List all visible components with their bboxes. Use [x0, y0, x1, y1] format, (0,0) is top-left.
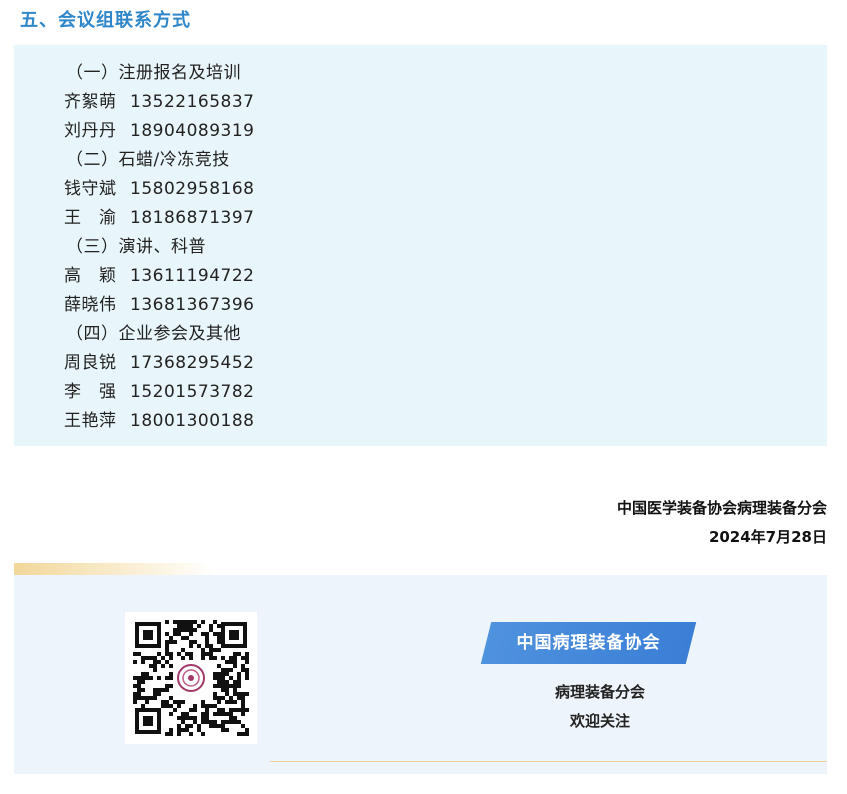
contact-phone: 18001300188 — [130, 411, 255, 431]
contact-category: （三）演讲、科普 — [66, 237, 206, 257]
contact-name: 钱守斌 — [64, 179, 117, 199]
association-badge: 中国病理装备协会 — [480, 622, 697, 664]
contact-row: 李 强 15201573782 — [64, 378, 254, 407]
contact-category: （一）注册报名及培训 — [66, 63, 241, 83]
follow-line-branch: 病理装备分会 — [554, 683, 645, 701]
contact-phone: 17368295452 — [130, 353, 255, 373]
contact-box: （一）注册报名及培训 齐絮萌 13522165837 刘丹丹 18904089319 （二… — [14, 45, 827, 446]
qr-code-graphic — [125, 612, 257, 744]
contact-list: （一）注册报名及培训 齐絮萌 13522165837 刘丹丹 18904089319 （二… — [64, 59, 254, 436]
contact-category: （四）企业参会及其他 — [66, 324, 241, 344]
contact-phone: 18186871397 — [130, 208, 255, 228]
contact-row: 钱守斌 15802958168 — [64, 175, 254, 204]
follow-line-welcome: 欢迎关注 — [569, 712, 630, 730]
gold-divider — [14, 563, 214, 575]
contact-name: 周良锐 — [64, 353, 117, 373]
footer-divider — [270, 761, 827, 762]
contact-phone: 13522165837 — [130, 92, 255, 112]
contact-name: 王艳萍 — [64, 411, 117, 431]
contact-row: 刘丹丹 18904089319 — [64, 117, 254, 146]
contact-name: 薛晓伟 — [64, 295, 117, 315]
signature-organization: 中国医学装备协会病理装备分会 — [616, 499, 827, 517]
follow-text: 病理装备分会 欢迎关注 — [520, 678, 680, 736]
contact-row: 王 渝 18186871397 — [64, 204, 254, 233]
contact-phone: 15201573782 — [130, 382, 255, 402]
section-title: 五、会议组联系方式 — [20, 10, 191, 31]
contact-name: 高 颖 — [64, 266, 117, 286]
contact-row: 薛晓伟 13681367396 — [64, 291, 254, 320]
contact-row: 王艳萍 18001300188 — [64, 407, 254, 436]
contact-row: 齐絮萌 13522165837 — [64, 88, 254, 117]
contact-phone: 18904089319 — [130, 121, 255, 141]
contact-name: 李 强 — [64, 382, 117, 402]
signature: 中国医学装备协会病理装备分会 2024年7月28日 — [617, 494, 827, 552]
society-logo-icon — [175, 662, 207, 694]
contact-name: 齐絮萌 — [64, 92, 117, 112]
contact-phone: 13681367396 — [130, 295, 255, 315]
badge-label: 中国病理装备协会 — [516, 633, 661, 653]
contact-row: 高 颖 13611194722 — [64, 262, 254, 291]
contact-phone: 13611194722 — [130, 266, 255, 286]
contact-category: （二）石蜡/冷冻竞技 — [66, 150, 230, 170]
contact-row: 周良锐 17368295452 — [64, 349, 254, 378]
contact-phone: 15802958168 — [130, 179, 255, 199]
contact-name: 刘丹丹 — [64, 121, 117, 141]
contact-name: 王 渝 — [64, 208, 117, 228]
qr-code-icon — [125, 612, 257, 744]
signature-date: 2024年7月28日 — [708, 528, 827, 546]
